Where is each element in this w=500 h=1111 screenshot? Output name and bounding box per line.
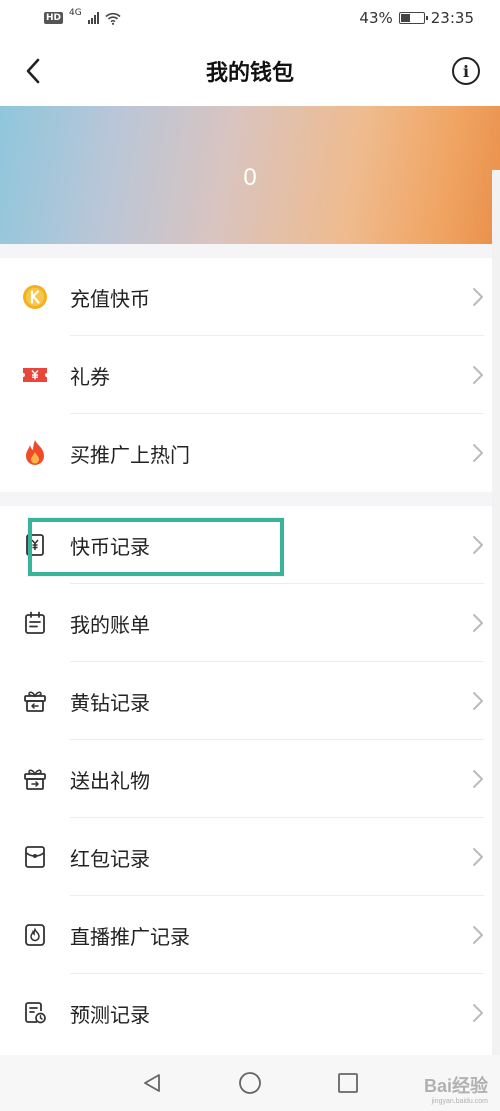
chevron-left-icon bbox=[26, 58, 40, 84]
hd-badge: HD bbox=[44, 12, 64, 24]
chevron-right-icon bbox=[473, 848, 483, 866]
network-type: 4G bbox=[69, 8, 82, 18]
menu-item-label: 黄钻记录 bbox=[70, 690, 150, 715]
menu-item-yellow-diamond-records[interactable]: 黄钻记录 bbox=[0, 662, 492, 740]
menu-item-label: 送出礼物 bbox=[70, 768, 150, 793]
prediction-icon bbox=[22, 1000, 48, 1026]
menu-item-live-promotion-records[interactable]: 直播推广记录 bbox=[0, 896, 492, 974]
menu-item-prediction-records[interactable]: 预测记录 bbox=[0, 974, 492, 1052]
nav-recents-icon[interactable] bbox=[337, 1072, 359, 1094]
battery-icon bbox=[398, 12, 428, 24]
scrollbar[interactable] bbox=[492, 170, 500, 1055]
system-nav-bar: Bai经验 jingyan.baidu.com bbox=[0, 1055, 500, 1111]
battery-fill bbox=[400, 14, 410, 22]
chevron-right-icon bbox=[473, 1004, 483, 1022]
clock: 23:35 bbox=[430, 9, 474, 27]
watermark-sub: jingyan.baidu.com bbox=[431, 1098, 488, 1105]
back-button[interactable] bbox=[18, 54, 48, 88]
watermark-text: Bai经验 bbox=[423, 1076, 488, 1096]
info-button[interactable]: i bbox=[452, 57, 480, 85]
menu-item-label: 礼券 bbox=[70, 364, 110, 389]
menu-item-buy-promotion[interactable]: 买推广上热门 bbox=[0, 414, 492, 492]
battery-percent: 43% bbox=[359, 9, 393, 27]
chevron-right-icon bbox=[473, 536, 483, 554]
section-gap bbox=[0, 244, 500, 258]
menu-item-red-envelope-records[interactable]: 红包记录 bbox=[0, 818, 492, 896]
info-icon: i bbox=[462, 61, 470, 81]
k-coin-icon bbox=[22, 284, 48, 310]
live-promo-icon bbox=[22, 922, 48, 948]
red-envelope-icon bbox=[22, 844, 48, 870]
menu-item-recharge-coins[interactable]: 充值快币 bbox=[0, 258, 492, 336]
status-bar: HD 4G 43% 23:35 bbox=[0, 0, 500, 36]
app-header: 我的钱包 i bbox=[0, 36, 500, 106]
balance-value: 0 bbox=[243, 164, 257, 191]
chevron-right-icon bbox=[473, 288, 483, 306]
chevron-right-icon bbox=[473, 444, 483, 462]
menu-item-label: 预测记录 bbox=[70, 1002, 150, 1027]
balance-banner[interactable]: 0 bbox=[0, 106, 500, 244]
calendar-bill-icon bbox=[22, 610, 48, 636]
watermark: Bai经验 jingyan.baidu.com bbox=[424, 1072, 488, 1105]
chevron-right-icon bbox=[473, 614, 483, 632]
status-left: HD 4G bbox=[44, 8, 121, 25]
menu-item-label: 买推广上热门 bbox=[70, 442, 190, 467]
signal-icon bbox=[87, 12, 99, 24]
menu-item-my-bills[interactable]: 我的账单 bbox=[0, 584, 492, 662]
flame-icon bbox=[22, 440, 48, 466]
page-title: 我的钱包 bbox=[205, 61, 294, 86]
chevron-right-icon bbox=[473, 692, 483, 710]
chevron-right-icon bbox=[473, 366, 483, 384]
chevron-right-icon bbox=[473, 926, 483, 944]
nav-home-icon[interactable] bbox=[238, 1071, 262, 1095]
highlight-box bbox=[28, 518, 284, 576]
coupon-icon bbox=[22, 362, 48, 388]
chevron-right-icon bbox=[473, 770, 483, 788]
menu-item-label: 直播推广记录 bbox=[70, 924, 190, 949]
gift-in-icon bbox=[22, 688, 48, 714]
nav-back-icon[interactable] bbox=[141, 1072, 163, 1094]
gift-out-icon bbox=[22, 766, 48, 792]
menu-item-coupons[interactable]: 礼券 bbox=[0, 336, 492, 414]
status-right: 43% 23:35 bbox=[359, 9, 474, 27]
menu-item-label: 我的账单 bbox=[70, 612, 150, 637]
wifi-icon bbox=[105, 12, 121, 25]
menu-item-label: 充值快币 bbox=[70, 286, 150, 311]
menu-item-sent-gifts[interactable]: 送出礼物 bbox=[0, 740, 492, 818]
menu-item-label: 红包记录 bbox=[70, 846, 150, 871]
section-gap bbox=[0, 492, 500, 506]
